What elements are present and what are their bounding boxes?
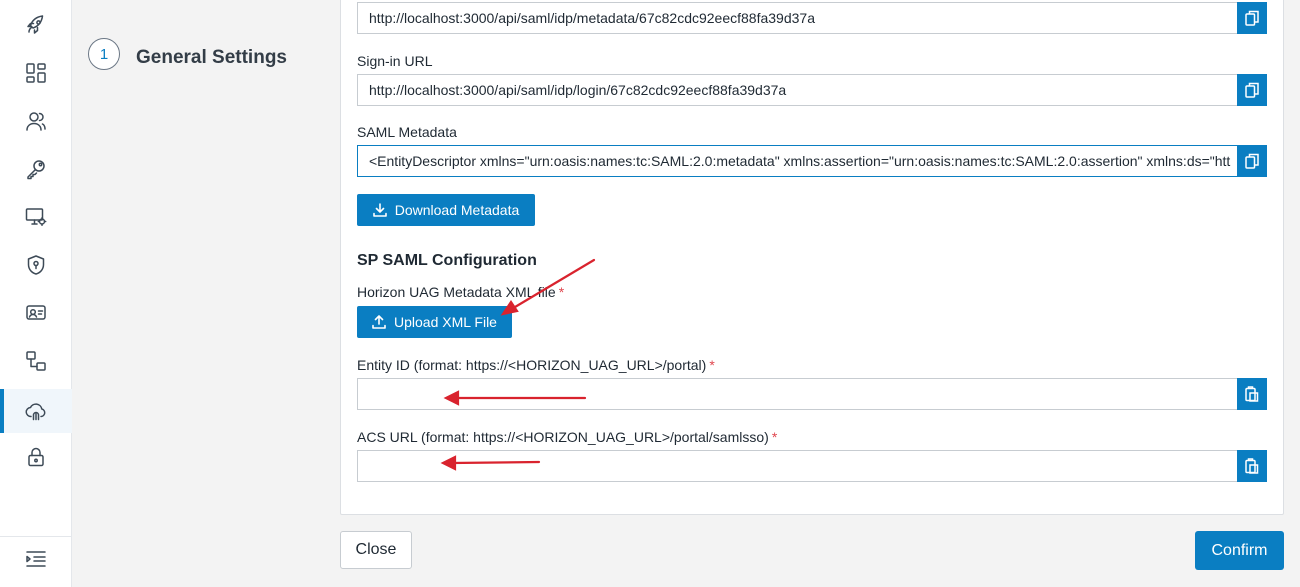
clipboard-icon xyxy=(1245,458,1259,474)
download-metadata-button[interactable]: Download Metadata xyxy=(357,194,535,226)
sidebar-item-saml[interactable] xyxy=(0,389,72,433)
copy-icon xyxy=(1245,10,1259,26)
shield-icon xyxy=(27,255,45,275)
entity-id-field[interactable] xyxy=(357,378,1237,410)
copy-signin-url-button[interactable] xyxy=(1237,74,1267,106)
sidebar-item-monitor-settings[interactable] xyxy=(0,195,72,239)
sidebar-item-identity[interactable] xyxy=(0,291,72,335)
metadata-url-field[interactable]: http://localhost:3000/api/saml/idp/metad… xyxy=(357,2,1237,34)
step-number: 1 xyxy=(88,38,120,70)
step-title: General Settings xyxy=(136,47,287,68)
sidebar-nav xyxy=(0,0,72,587)
copy-saml-metadata-button[interactable] xyxy=(1237,145,1267,177)
entity-id-label: Entity ID (format: https://<HORIZON_UAG_… xyxy=(357,357,715,373)
confirm-button[interactable]: Confirm xyxy=(1195,531,1284,570)
acs-url-label-text: ACS URL (format: https://<HORIZON_UAG_UR… xyxy=(357,429,769,445)
key-icon xyxy=(27,160,45,180)
horizon-metadata-label: Horizon UAG Metadata XML file * xyxy=(357,284,564,300)
download-icon xyxy=(372,203,387,217)
signin-url-field[interactable]: http://localhost:3000/api/saml/idp/login… xyxy=(357,74,1237,106)
required-marker: * xyxy=(771,429,778,445)
sidebar-item-dashboard[interactable] xyxy=(0,51,72,95)
workflow-icon xyxy=(26,351,46,371)
paste-acs-url-button[interactable] xyxy=(1237,450,1267,482)
entity-id-label-text: Entity ID (format: https://<HORIZON_UAG_… xyxy=(357,357,707,373)
users-icon xyxy=(26,112,46,131)
lock-icon xyxy=(28,447,44,467)
dashboard-icon xyxy=(26,63,46,83)
upload-xml-file-label: Upload XML File xyxy=(394,314,497,330)
acs-url-field[interactable] xyxy=(357,450,1237,482)
copy-icon xyxy=(1245,82,1259,98)
paste-entity-id-button[interactable] xyxy=(1237,378,1267,410)
clipboard-icon xyxy=(1245,386,1259,402)
sp-saml-section-title: SP SAML Configuration xyxy=(357,252,537,269)
sidebar-item-workflow[interactable] xyxy=(0,339,72,383)
saml-metadata-field[interactable]: <EntityDescriptor xmlns="urn:oasis:names… xyxy=(357,145,1237,177)
upload-icon xyxy=(372,315,386,329)
horizon-metadata-label-text: Horizon UAG Metadata XML file xyxy=(357,284,556,300)
copy-icon xyxy=(1245,153,1259,169)
required-marker: * xyxy=(558,284,565,300)
sidebar-item-users[interactable] xyxy=(0,99,72,143)
cloud-fingerprint-icon xyxy=(25,403,46,421)
monitor-settings-icon xyxy=(25,208,47,226)
sidebar-item-rocket[interactable] xyxy=(0,3,72,47)
download-metadata-label: Download Metadata xyxy=(394,202,520,218)
id-card-icon xyxy=(26,305,46,320)
close-button[interactable]: Close xyxy=(340,531,412,569)
menu-collapse-icon xyxy=(26,551,46,567)
saml-metadata-label: SAML Metadata xyxy=(357,124,457,140)
sidebar-item-security[interactable] xyxy=(0,243,72,287)
required-marker: * xyxy=(709,357,715,373)
copy-metadata-url-button[interactable] xyxy=(1237,2,1267,34)
rocket-icon xyxy=(27,15,44,34)
sidebar-item-keys[interactable] xyxy=(0,147,72,191)
acs-url-label: ACS URL (format: https://<HORIZON_UAG_UR… xyxy=(357,429,777,445)
sidebar-item-lock[interactable] xyxy=(0,435,72,479)
sidebar-collapse-button[interactable] xyxy=(0,537,72,581)
signin-url-label: Sign-in URL xyxy=(357,53,433,69)
upload-xml-file-button[interactable]: Upload XML File xyxy=(357,306,512,338)
